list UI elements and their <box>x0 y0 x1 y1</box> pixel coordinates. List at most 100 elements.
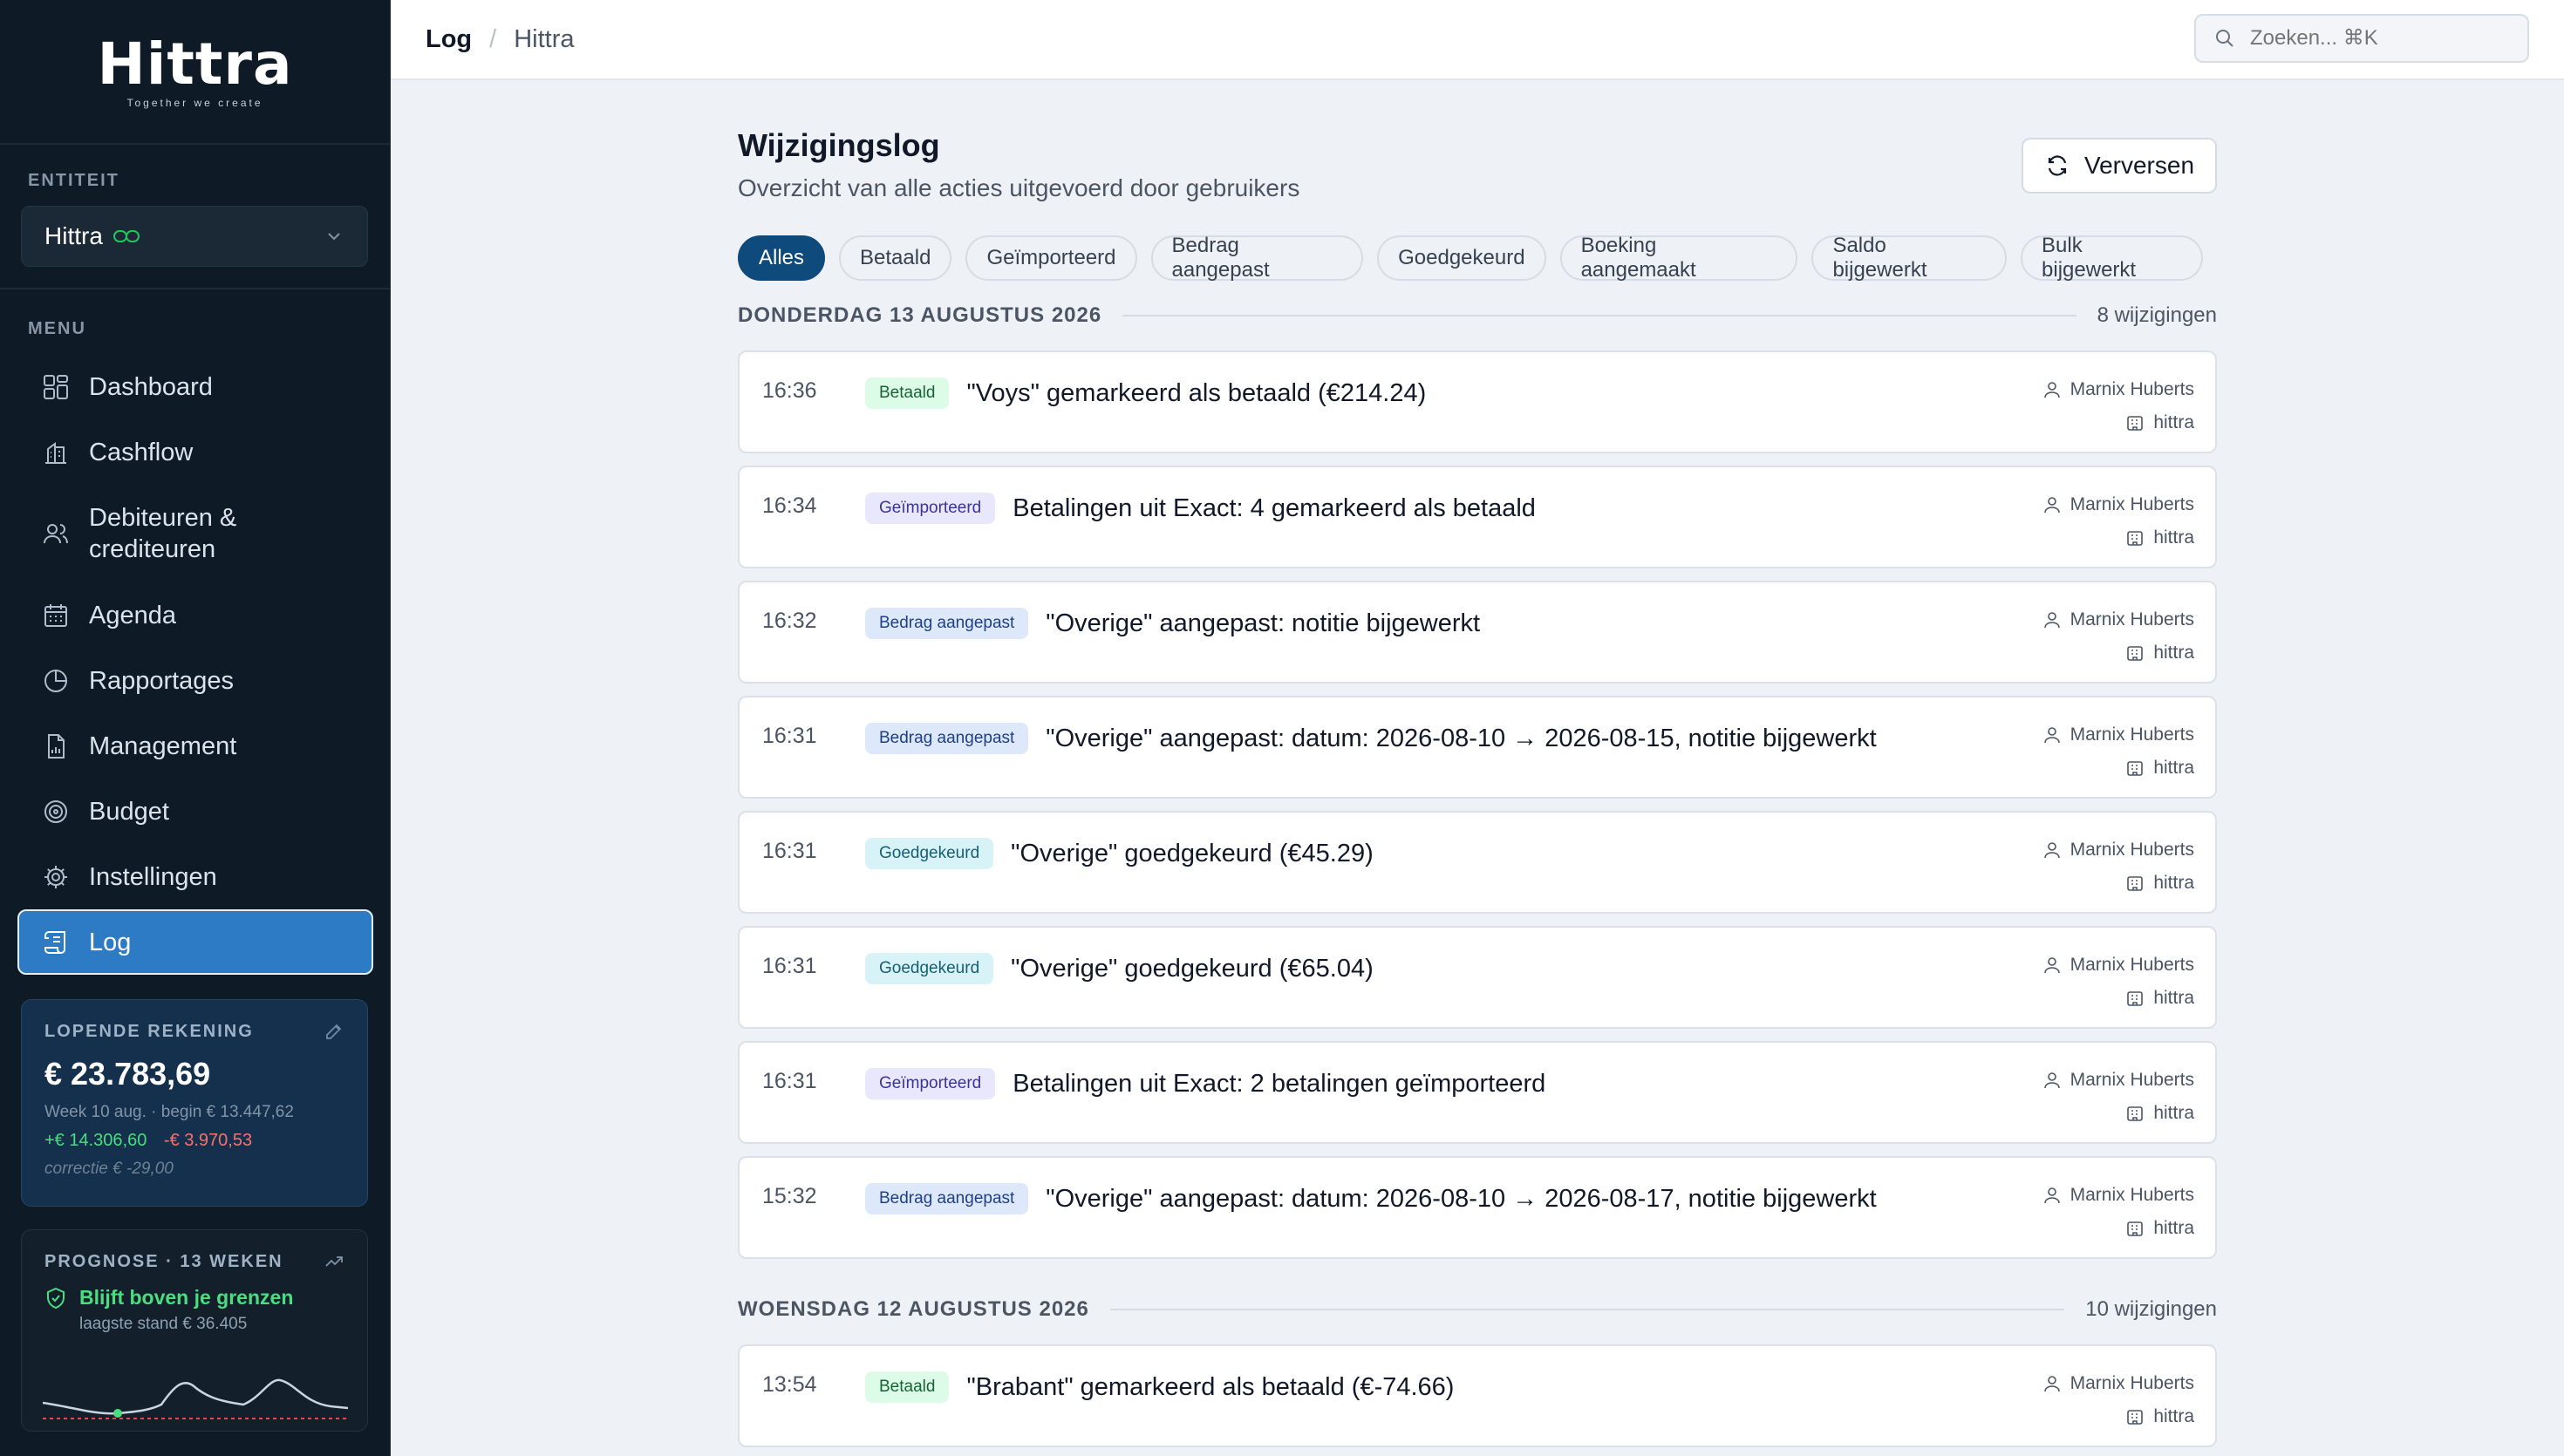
day-header: WOENSDAG 12 AUGUSTUS 2026 10 wijzigingen <box>738 1297 2217 1322</box>
sidebar-item-budget[interactable]: Budget <box>17 779 373 844</box>
brand-logo[interactable]: Hittra Together we create <box>0 0 390 145</box>
entry-badge: Bedrag aangepast <box>865 1183 1029 1214</box>
entry-text: "Voys" gemarkeerd als betaald (€214.24) <box>966 378 1427 407</box>
page-subtitle: Overzicht van alle acties uitgevoerd doo… <box>738 174 1300 201</box>
entry-time: 16:31 <box>762 724 817 748</box>
entry-time: 16:32 <box>762 609 817 633</box>
building-icon <box>2127 531 2144 546</box>
search-input[interactable] <box>2250 26 2512 51</box>
topbar: Log / Hittra <box>391 0 2564 80</box>
refresh-button[interactable]: Verversen <box>2022 138 2217 194</box>
sidebar-item-debiteuren[interactable]: Debiteuren & crediteuren <box>17 485 373 582</box>
entry-text: "Overige" aangepast: datum: 2026-08-10 →… <box>1046 1184 1877 1213</box>
account-card: LOPENDE REKENING € 23.783,69 Week 10 aug… <box>21 999 368 1207</box>
user-icon <box>2043 497 2060 514</box>
building-icon <box>2127 1410 2144 1425</box>
dashboard-icon <box>44 374 68 399</box>
sidebar-item-agenda[interactable]: Agenda <box>17 582 373 648</box>
log-icon <box>44 930 65 954</box>
entry-user: Marnix Huberts <box>2070 955 2194 975</box>
filter-boeking-aangemaakt[interactable]: Boeking aangemaakt <box>1559 234 1798 282</box>
cashflow-icon <box>45 441 66 464</box>
entry-entity: hittra <box>2153 988 2194 1008</box>
entry-badge: Goedgekeurd <box>865 953 994 984</box>
sidebar-divider <box>0 288 391 289</box>
sidebar-item-management[interactable]: Management <box>17 713 373 779</box>
filter-goedgekeurd[interactable]: Goedgekeurd <box>1377 235 1546 281</box>
sidebar-item-instellingen[interactable]: Instellingen <box>17 844 373 909</box>
entry-entity: hittra <box>2153 527 2194 548</box>
log-entry[interactable]: 13:54 Betaald "Brabant" gemarkeerd als be… <box>738 1344 2217 1447</box>
entry-text: "Overige" goedgekeurd (€65.04) <box>1011 954 1374 983</box>
entry-user: Marnix Huberts <box>2070 609 2194 629</box>
log-entry[interactable]: 16:31 Bedrag aangepast "Overige" aangepas… <box>738 696 2217 799</box>
breadcrumb-entity[interactable]: Hittra <box>514 25 574 54</box>
entry-badge: Betaald <box>865 378 950 409</box>
pencil-icon[interactable] <box>324 1021 344 1042</box>
user-icon <box>2043 727 2060 744</box>
filter-alles[interactable]: Alles <box>738 235 826 281</box>
log-entry[interactable]: 16:34 Geïmporteerd Betalingen uit Exact: … <box>738 466 2217 568</box>
entry-badge: Betaald <box>865 1371 950 1403</box>
log-entry[interactable]: 16:31 Goedgekeurd "Overige" goedgekeurd (… <box>738 811 2217 914</box>
user-icon <box>2043 382 2060 398</box>
day-label: WOENSDAG 12 AUGUSTUS 2026 <box>738 1297 1089 1321</box>
entry-text: Betalingen uit Exact: 4 gemarkeerd als b… <box>1013 493 1536 522</box>
entry-text: "Overige" goedgekeurd (€45.29) <box>1011 839 1374 867</box>
sidebar-item-log[interactable]: Log <box>17 909 373 975</box>
day-count: 8 wijzigingen <box>2097 303 2217 327</box>
sidebar-item-cashflow[interactable]: Cashflow <box>17 419 373 485</box>
account-correction: correctie € -29,00 <box>44 1160 174 1178</box>
sidebar-item-dashboard[interactable]: Dashboard <box>17 354 373 419</box>
filter-saldo-bijgewerkt[interactable]: Saldo bijgewerkt <box>1811 234 2008 282</box>
forecast-title: PROGNOSE · 13 WEKEN <box>44 1251 283 1271</box>
building-icon <box>2127 1106 2144 1121</box>
entry-time: 16:36 <box>762 378 817 403</box>
filter-bedrag-aangepast[interactable]: Bedrag aangepast <box>1150 234 1364 282</box>
entry-time: 16:31 <box>762 954 817 978</box>
log-entry[interactable]: 16:31 Geïmporteerd Betalingen uit Exact: … <box>738 1041 2217 1144</box>
entry-user: Marnix Huberts <box>2070 494 2194 514</box>
link-icon <box>113 230 140 242</box>
user-icon <box>2043 842 2060 859</box>
entry-user: Marnix Huberts <box>2070 1185 2194 1205</box>
forecast-lowest: laagste stand € 36.405 <box>79 1315 248 1333</box>
target-icon <box>44 799 67 823</box>
entry-user: Marnix Huberts <box>2070 840 2194 860</box>
log-entry[interactable]: 15:32 Bedrag aangepast "Overige" aangepas… <box>738 1156 2217 1259</box>
entry-entity: hittra <box>2153 758 2194 778</box>
shield-check-icon <box>47 1287 65 1309</box>
filter-geimporteerd[interactable]: Geïmporteerd <box>965 235 1137 281</box>
sidebar-item-label: Dashboard <box>89 372 213 401</box>
filter-betaald[interactable]: Betaald <box>839 235 952 281</box>
user-icon <box>2043 612 2060 629</box>
forecast-card[interactable]: PROGNOSE · 13 WEKEN Blijft boven je gren… <box>21 1229 368 1432</box>
account-income: +€ 14.306,60 <box>44 1131 147 1150</box>
sidebar-item-label: Cashflow <box>89 438 194 466</box>
account-week: Week 10 aug. · begin € 13.447,62 <box>44 1103 294 1121</box>
log-entry[interactable]: 16:31 Goedgekeurd "Overige" goedgekeurd (… <box>738 926 2217 1029</box>
refresh-icon <box>2048 155 2067 176</box>
building-icon <box>2127 876 2144 891</box>
sidebar-item-label: Agenda <box>89 601 176 629</box>
brand-name: Hittra <box>97 31 293 98</box>
sidebar-item-label: Debiteuren & crediteuren <box>89 504 237 563</box>
calendar-icon <box>44 603 67 627</box>
search-box[interactable] <box>2194 14 2529 63</box>
gear-icon <box>44 865 67 888</box>
entity-select[interactable]: Hittra <box>21 206 368 267</box>
filter-bulk-bijgewerkt[interactable]: Bulk bijgewerkt <box>2021 234 2203 282</box>
entry-entity: hittra <box>2153 873 2194 893</box>
day-divider <box>1109 1309 2065 1310</box>
entry-entity: hittra <box>2153 643 2194 663</box>
sidebar-item-label: Management <box>89 731 237 760</box>
entity-value: Hittra <box>44 222 103 249</box>
forecast-status: Blijft boven je grenzen <box>79 1286 294 1309</box>
day-divider <box>1122 315 2076 316</box>
log-entry[interactable]: 16:36 Betaald "Voys" gemarkeerd als betaa… <box>738 350 2217 453</box>
sidebar-item-label: Rapportages <box>89 666 235 695</box>
sidebar-item-rapportages[interactable]: Rapportages <box>17 648 373 713</box>
entry-entity: hittra <box>2153 1218 2194 1238</box>
search-icon <box>2216 30 2233 47</box>
log-entry[interactable]: 16:32 Bedrag aangepast "Overige" aangepas… <box>738 581 2217 684</box>
